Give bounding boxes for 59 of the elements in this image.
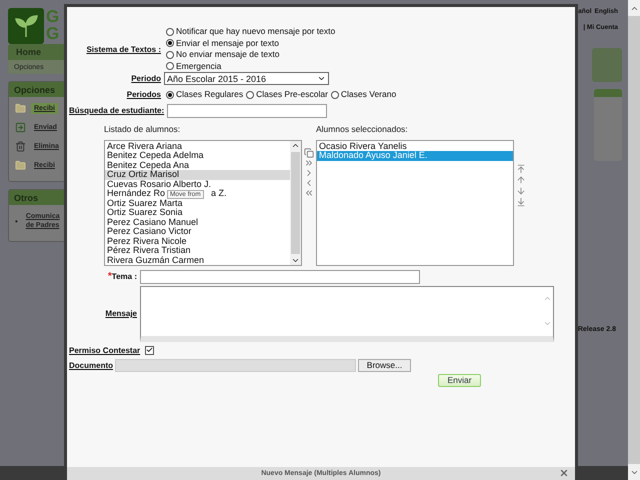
list-item[interactable]: Perez Casiano Manuel [105,218,290,227]
list-item[interactable]: Rivera Guzmán Carmen [105,256,290,265]
list-item[interactable]: Perez Rivera Nicole [105,236,290,246]
list-item[interactable]: a Z. [209,189,290,198]
radio-option[interactable]: Enviar el mensaje por texto [166,38,575,49]
field-label: Documento [69,360,113,370]
required-mark: * [108,271,112,282]
list-item[interactable]: Ocasio Rivera Yanelis [317,142,513,151]
field-label: Tema : [112,272,137,281]
scrollbar[interactable] [290,140,301,264]
radio-option[interactable]: Notificar que hay nuevo mensaje por texto [166,26,575,38]
nav-bar [592,48,622,82]
student-list[interactable] [104,140,302,266]
field-label: Periodos [126,90,161,100]
logo-letter: G [46,8,60,25]
checkbox[interactable] [145,346,154,354]
field-label: Permiso Contestar [69,346,140,354]
move-top-icon[interactable] [516,164,526,174]
radio-option[interactable]: Emergencia [166,60,575,72]
double-chevron-right-icon[interactable] [304,158,314,168]
subject-field[interactable] [140,270,420,284]
close-icon[interactable] [559,468,569,478]
list-item[interactable]: Ortiz Suarez Sonia [105,208,290,218]
folder-icon [15,103,26,114]
arrow-down-icon[interactable] [516,186,526,196]
list-item[interactable]: Arce Rivera Ariana [105,142,290,151]
list-item[interactable]: Hernández Ro [105,189,166,198]
field-label: Búsqueda de estudiante: [69,106,164,115]
field-label: Periodo [130,74,161,83]
search-field[interactable] [167,104,328,118]
student-list[interactable]: Ocasio Rivera Yanelis Maldonado Ayuso Janiel E. [316,140,514,266]
field-label: Sistema de Textos : [85,44,161,54]
list-item[interactable]: Pérez Rivera Tristian [105,246,290,256]
list-caption: Alumnos seleccionados: [316,124,409,134]
list-item[interactable]: Benitez Cepeda Adelma [105,151,290,160]
trash-icon [15,141,26,152]
logo-icon [8,8,44,44]
radio-option[interactable]: No enviar mensaje de texto [166,49,575,60]
bullet: • [15,216,18,226]
side-panel [594,89,622,161]
move-bottom-icon[interactable] [516,196,526,206]
list-item[interactable]: Perez Casiano Victor [105,227,290,236]
folder-icon [15,160,26,171]
logo-letter: G [46,25,60,42]
list-item[interactable]: Cruz Ortiz Marisol [105,170,290,180]
send-button[interactable]: Enviar [438,374,481,386]
period-select[interactable]: Año Escolar 2015 - 2016 [164,72,329,85]
list-item[interactable]: Benitez Cepeda Ana [105,160,290,170]
radio-option[interactable]: Clases Pre-escolar [246,89,328,100]
field-label: Mensaje [105,309,137,318]
double-chevron-left-icon[interactable] [304,188,314,198]
arrow-up-icon[interactable] [516,174,526,184]
dropdown-icon [317,74,326,83]
browse-button[interactable]: Browse... [358,358,411,372]
radio-option[interactable]: Clases Verano [330,89,396,100]
copy-icon[interactable] [304,148,314,158]
file-field[interactable] [115,358,356,372]
list-item[interactable]: Cuevas Rosario Alberto J. [105,180,290,189]
list-caption: Listado de alumnos: [104,124,182,134]
